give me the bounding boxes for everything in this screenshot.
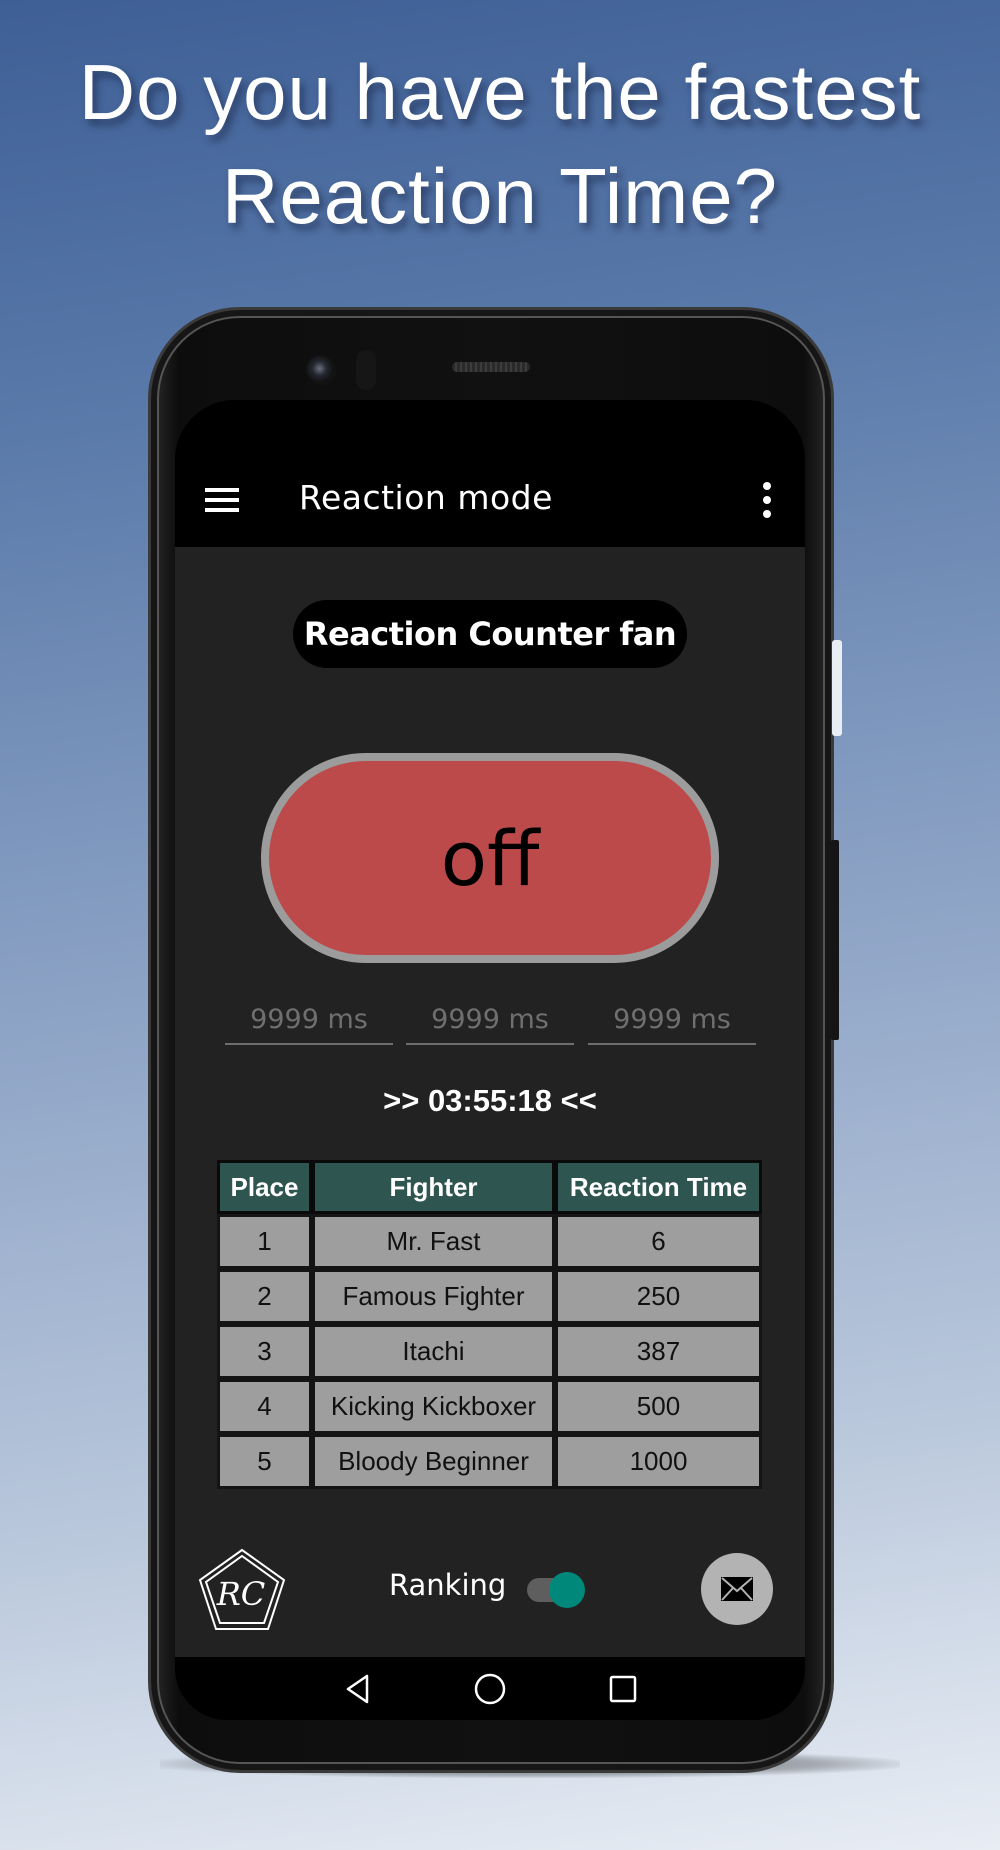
square-recents-icon <box>609 1675 637 1703</box>
cell-fighter: Itachi <box>312 1324 555 1379</box>
hamburger-menu-icon[interactable] <box>205 488 239 512</box>
cell-place: 1 <box>217 1214 312 1269</box>
more-vert-icon[interactable] <box>762 482 772 518</box>
header-reaction-time: Reaction Time <box>555 1160 762 1214</box>
app-bar-title: Reaction mode <box>299 478 553 517</box>
user-name-chip[interactable]: Reaction Counter fan <box>293 600 687 668</box>
cell-place: 5 <box>217 1434 312 1489</box>
table-row: 4 Kicking Kickboxer 500 <box>217 1379 762 1434</box>
cell-place: 3 <box>217 1324 312 1379</box>
header-place: Place <box>217 1160 312 1214</box>
toggle-thumb <box>549 1572 585 1608</box>
ranking-toggle[interactable] <box>527 1572 585 1608</box>
system-navigation-bar <box>175 1657 805 1720</box>
countdown-timer: >> 03:55:18 << <box>383 1083 597 1118</box>
main-content: Reaction Counter fan off 9999 ms 9999 ms… <box>175 547 805 1657</box>
table-header-row: Place Fighter Reaction Time <box>217 1160 762 1214</box>
ranking-table: Place Fighter Reaction Time 1 Mr. Fast 6… <box>217 1160 762 1489</box>
app-bar: Reaction mode <box>175 400 805 547</box>
table-row: 5 Bloody Beginner 1000 <box>217 1434 762 1489</box>
nav-home-button[interactable] <box>470 1669 510 1709</box>
cell-place: 2 <box>217 1269 312 1324</box>
cell-fighter: Bloody Beginner <box>312 1434 555 1489</box>
cell-time: 1000 <box>555 1434 762 1489</box>
envelope-icon <box>721 1577 753 1601</box>
proximity-sensor <box>356 350 376 390</box>
table-row: 1 Mr. Fast 6 <box>217 1214 762 1269</box>
reaction-time-field-2[interactable]: 9999 ms <box>406 997 574 1045</box>
headline-line-1: Do you have the fastest <box>78 48 922 136</box>
earpiece-speaker <box>452 362 530 372</box>
cell-time: 500 <box>555 1379 762 1434</box>
triangle-back-icon <box>346 1674 369 1704</box>
reaction-time-field-3[interactable]: 9999 ms <box>588 997 756 1045</box>
cell-time: 6 <box>555 1214 762 1269</box>
cell-fighter: Kicking Kickboxer <box>312 1379 555 1434</box>
cell-place: 4 <box>217 1379 312 1434</box>
ranking-label: Ranking <box>389 1568 507 1602</box>
phone-screen: Reaction mode Reaction Counter fan off 9… <box>175 400 805 1720</box>
cell-fighter: Mr. Fast <box>312 1214 555 1269</box>
phone-power-button <box>832 640 842 736</box>
circle-home-icon <box>474 1673 506 1705</box>
phone-volume-button <box>831 840 839 1040</box>
rc-logo-icon[interactable]: RC <box>197 1547 287 1633</box>
cell-time: 387 <box>555 1324 762 1379</box>
logo-text: RC <box>216 1575 266 1613</box>
mail-button[interactable] <box>701 1553 773 1625</box>
promo-headline: Do you have the fastest Reaction Time? <box>0 40 1000 248</box>
table-row: 2 Famous Fighter 250 <box>217 1269 762 1324</box>
table-row: 3 Itachi 387 <box>217 1324 762 1379</box>
headline-line-2: Reaction Time? <box>222 152 778 240</box>
cell-time: 250 <box>555 1269 762 1324</box>
nav-back-button[interactable] <box>338 1669 378 1709</box>
reaction-time-field-1[interactable]: 9999 ms <box>225 997 393 1045</box>
front-camera <box>306 355 336 385</box>
nav-recents-button[interactable] <box>603 1669 643 1709</box>
cell-fighter: Famous Fighter <box>312 1269 555 1324</box>
reaction-start-button[interactable]: off <box>261 753 719 963</box>
header-fighter: Fighter <box>312 1160 555 1214</box>
